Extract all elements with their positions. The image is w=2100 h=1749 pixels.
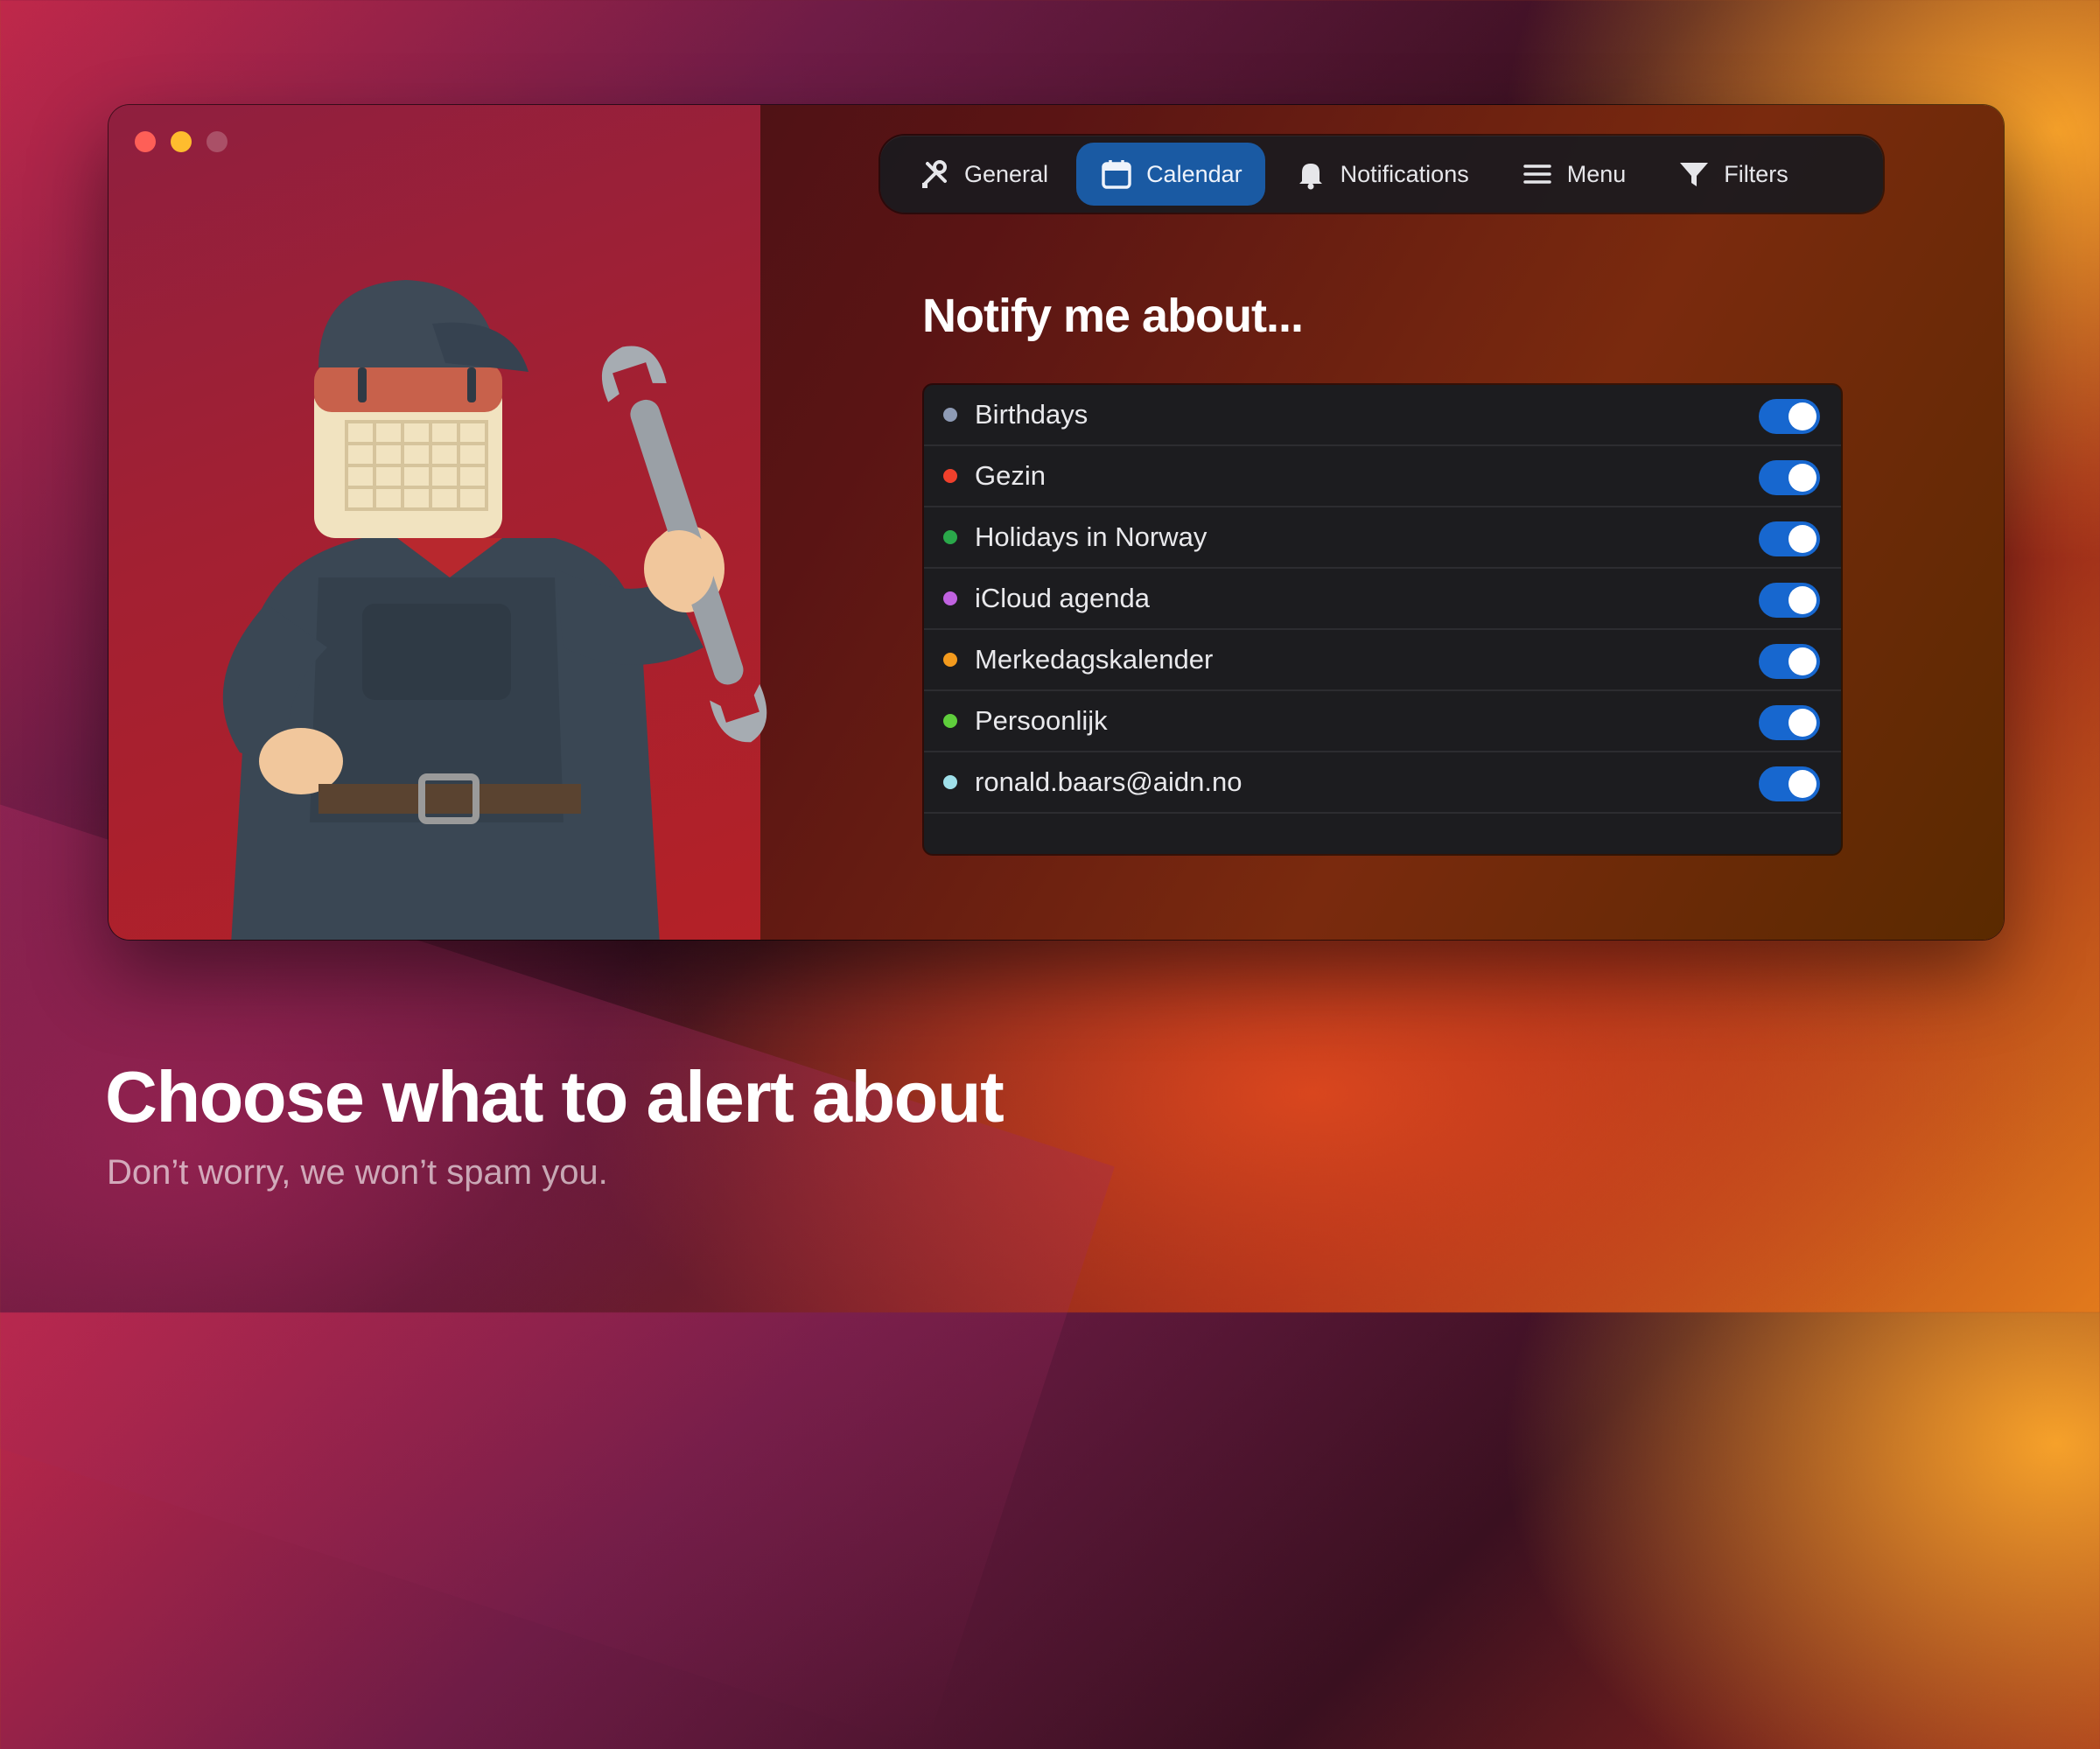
calendar-toggle[interactable] — [1759, 766, 1820, 801]
section-heading: Notify me about... — [922, 290, 1304, 342]
calendar-color-dot — [943, 714, 957, 728]
calendar-toggle[interactable] — [1759, 460, 1820, 495]
calendar-row: Gezin — [924, 446, 1841, 507]
calendar-color-dot — [943, 591, 957, 605]
bell-icon — [1298, 164, 1322, 190]
caption-subtitle: Don’t worry, we won’t spam you. — [107, 1153, 608, 1192]
calendar-color-dot — [943, 530, 957, 544]
calendar-toggle[interactable] — [1759, 521, 1820, 556]
calendar-row: iCloud agenda — [924, 569, 1841, 630]
mechanic-calendar-illustration — [222, 280, 767, 940]
tab-calendar-label: Calendar — [1146, 160, 1242, 187]
tab-notifications[interactable]: Notifications — [1270, 143, 1492, 206]
toggle-knob — [1788, 709, 1816, 737]
calendar-name: Persoonlijk — [975, 705, 1108, 736]
calendar-color-dot — [943, 469, 957, 483]
toggle-knob — [1788, 586, 1816, 614]
hamburger-menu-icon — [1522, 164, 1551, 184]
illustration-panel — [108, 105, 767, 940]
zoom-button[interactable] — [206, 131, 228, 152]
calendar-name: Merkedagskalender — [975, 644, 1214, 675]
calendar-name: iCloud agenda — [975, 583, 1150, 613]
calendar-toggle[interactable] — [1759, 644, 1820, 679]
tab-general[interactable]: General — [894, 143, 1071, 206]
tab-menu-label: Menu — [1566, 160, 1627, 187]
caption-title: Choose what to alert about — [105, 1056, 1004, 1137]
toggle-knob — [1788, 647, 1816, 675]
toggle-knob — [1788, 464, 1816, 492]
tab-notifications-label: Notifications — [1340, 160, 1469, 187]
window-controls — [135, 131, 228, 152]
calendar-name: ronald.baars@aidn.no — [975, 766, 1242, 797]
calendar-list: Birthdays Gezin Holidays in Norway iCloud a… — [924, 385, 1841, 854]
toggle-knob — [1788, 525, 1816, 553]
calendar-color-dot — [943, 775, 957, 789]
calendar-row: Persoonlijk — [924, 691, 1841, 752]
toggle-knob — [1788, 402, 1816, 430]
calendar-name: Holidays in Norway — [975, 521, 1208, 552]
minimize-button[interactable] — [171, 131, 192, 152]
tab-filters[interactable]: Filters — [1654, 143, 1811, 206]
app-window: General Calendar Notifications Menu Filt… — [108, 105, 2004, 940]
calendar-name: Birthdays — [975, 399, 1088, 430]
calendar-row: Birthdays — [924, 385, 1841, 446]
tab-general-label: General — [964, 160, 1049, 187]
tab-filters-label: Filters — [1724, 160, 1788, 187]
preferences-toolbar: General Calendar Notifications Menu Filt… — [880, 136, 1883, 213]
funnel-icon — [1680, 163, 1709, 186]
calendar-color-dot — [943, 408, 957, 422]
calendar-row: Holidays in Norway — [924, 507, 1841, 569]
calendar-toggle[interactable] — [1759, 583, 1820, 618]
calendar-icon — [1102, 160, 1131, 189]
toggle-knob — [1788, 770, 1816, 798]
calendar-row: Merkedagskalender — [924, 630, 1841, 691]
calendar-toggle[interactable] — [1759, 705, 1820, 740]
close-button[interactable] — [135, 131, 156, 152]
calendar-toggle[interactable] — [1759, 399, 1820, 434]
tab-menu[interactable]: Menu — [1497, 143, 1649, 206]
calendar-row: ronald.baars@aidn.no — [924, 752, 1841, 814]
tab-calendar[interactable]: Calendar — [1076, 143, 1265, 206]
wrench-screwdriver-icon — [922, 160, 947, 188]
calendar-name: Gezin — [975, 460, 1046, 491]
calendar-color-dot — [943, 653, 957, 667]
